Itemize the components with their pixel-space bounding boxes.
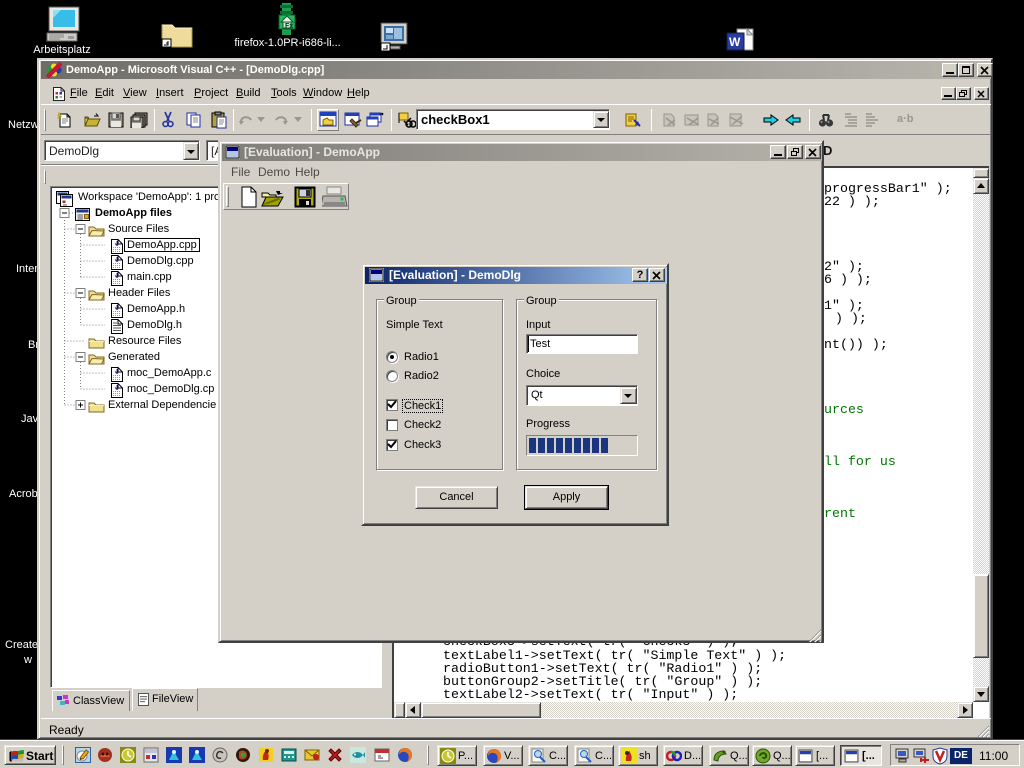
svg-text:Fx: Fx (285, 23, 293, 30)
svg-text:W: W (729, 35, 741, 49)
